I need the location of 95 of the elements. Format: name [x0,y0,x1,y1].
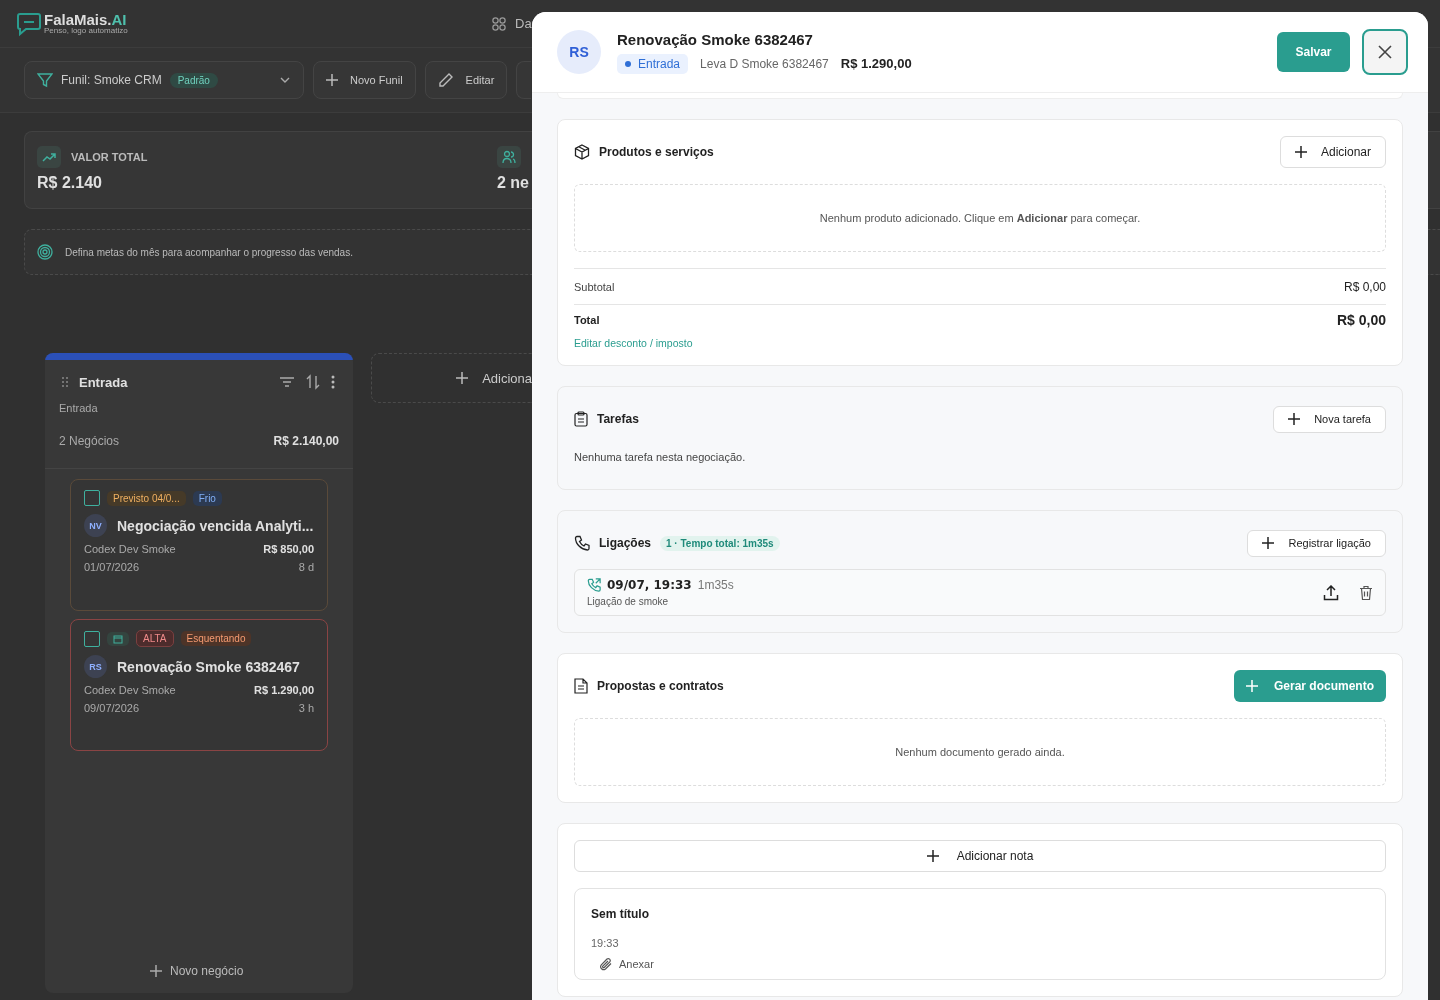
deal-card[interactable]: ALTA Esquentando RS Renovação Smoke 6382467 Codex Dev Smoke R$ 1.290,00 09/07/2026 3 h [70,619,328,751]
stat-label: VALOR TOTAL [71,151,148,163]
deal-owner: Codex Dev Smoke [84,543,176,555]
deal-amount: R$ 1.290,00 [840,56,912,71]
checkbox[interactable] [84,630,100,647]
stat-value: 2 ne [497,174,529,192]
deal-tag: Frio [192,490,222,506]
funnel-select[interactable]: Funil: Smoke CRM Padrão [24,61,304,99]
deal-value: R$ 1.290,00 [254,684,314,696]
more-icon[interactable] [331,375,335,389]
goals-hint: Defina metas do mês para acompanhar o progresso das vendas. [65,246,353,258]
deal-owner: Codex Dev Smoke [84,684,176,696]
call-summary-badge: 1 · Tempo total: 1m35s [660,535,780,551]
deal-count: 2 Negócios [59,434,120,448]
plus-icon [1288,413,1301,425]
plus-icon [926,850,939,862]
toolbar-button[interactable]: Editar [424,61,508,99]
people-icon [497,146,521,168]
close-icon [1378,45,1392,59]
subtotal-value: R$ 0,00 [1343,279,1386,294]
section-title: Ligações [599,536,652,550]
plus-icon [326,74,338,86]
phone-icon [574,535,590,551]
tagline: Penso, logo automatizo [44,27,128,35]
deal-date: 09/07/2026 [84,702,140,714]
log-call-button[interactable]: Registrar ligação [1247,529,1386,557]
close-button[interactable] [1362,29,1408,75]
deal-title: Negociação vencida Analyti... [117,517,314,534]
call-note: Ligação de smoke [587,596,670,607]
add-note-button[interactable]: Adicionar nota [574,840,1386,872]
stat-value: R$ 2.140 [37,174,103,192]
deal-age: 8 d [298,561,314,573]
note-title: Sem título [591,907,650,921]
deal-title: Renovação Smoke 6382467 [117,658,300,675]
filter-lines-icon[interactable] [279,375,295,389]
empty-documents-message: Nenhum documento gerado ainda. [895,746,1065,758]
sort-icon[interactable] [305,374,321,390]
deal-value: R$ 850,00 [263,543,314,555]
pencil-icon [437,72,454,88]
new-deal-button[interactable]: Novo negócio [144,963,254,979]
clipboard-icon [574,411,588,427]
filter-icon [37,72,53,88]
plus-icon [1245,680,1258,692]
new-task-button[interactable]: Nova tarefa [1273,405,1386,433]
target-icon [37,244,53,260]
trash-icon[interactable] [1359,584,1373,601]
add-product-button[interactable]: Adicionar [1279,136,1386,168]
section-title: Tarefas [597,412,640,426]
avatar-initials: RS [557,30,601,74]
plus-icon [150,965,162,977]
call-time: 09/07, 19:33 [607,578,692,592]
empty-tasks-message: Nenhuma tarefa nesta negociação. [574,451,747,463]
plus-icon [1294,146,1307,158]
plus-icon [1262,537,1275,549]
outgoing-call-icon [587,578,601,592]
avatar-initials: NV [84,514,107,537]
modal-title: Renovação Smoke 6382467 [617,30,814,48]
chat-logo-icon [16,10,42,37]
avatar-initials: RS [84,655,107,678]
brand-name: FalaMais.AI [44,12,128,27]
total-label: Total [574,314,600,326]
box-icon [574,144,590,160]
deal-tag: Esquentando [180,631,252,646]
upload-icon[interactable] [1323,584,1339,601]
calendar-tag-icon [107,631,129,646]
deal-card[interactable]: Previsto 04/0... Frio NV Negociação vencida Analyti... Codex Dev Smoke R$ 850,00 01/07/2026 8 d [70,479,328,611]
subtotal-label: Subtotal [574,280,615,293]
note-time: 19:33 [591,937,620,949]
attach-button[interactable]: Anexar [591,957,662,971]
trend-up-icon [37,146,61,168]
document-icon [574,678,588,694]
section-title: Produtos e serviços [599,145,715,159]
plus-icon [456,372,469,384]
deal-tag: ALTA [136,630,174,647]
default-badge: Padrão [169,72,218,88]
deal-age: 3 h [298,702,314,714]
paperclip-icon [599,957,613,971]
dot-icon [625,60,631,67]
toolbar-button[interactable]: Novo Funil [313,61,416,99]
section-title: Propostas e contratos [597,679,725,693]
column-subtitle: Entrada [58,401,99,414]
edit-discount-link[interactable]: Editar desconto / imposto [574,337,693,349]
stage-badge: Entrada [617,53,689,74]
checkbox[interactable] [84,490,100,506]
total-value: R$ 0,00 [1336,312,1386,328]
drag-handle-icon[interactable] [61,376,69,388]
deal-date: 01/07/2026 [84,561,140,573]
deal-tag: Previsto 04/0... [107,490,186,506]
column-total: R$ 2.140,00 [273,434,339,448]
lead-name: Leva D Smoke 6382467 [700,56,829,71]
nav-link[interactable]: Da [515,16,532,31]
call-duration: 1m35s [697,578,734,592]
empty-products-message: Nenhum produto adicionado. Clique em Adicionar para começar. [819,212,1141,224]
column-title: Entrada [79,374,129,390]
grid-icon[interactable] [492,16,506,31]
